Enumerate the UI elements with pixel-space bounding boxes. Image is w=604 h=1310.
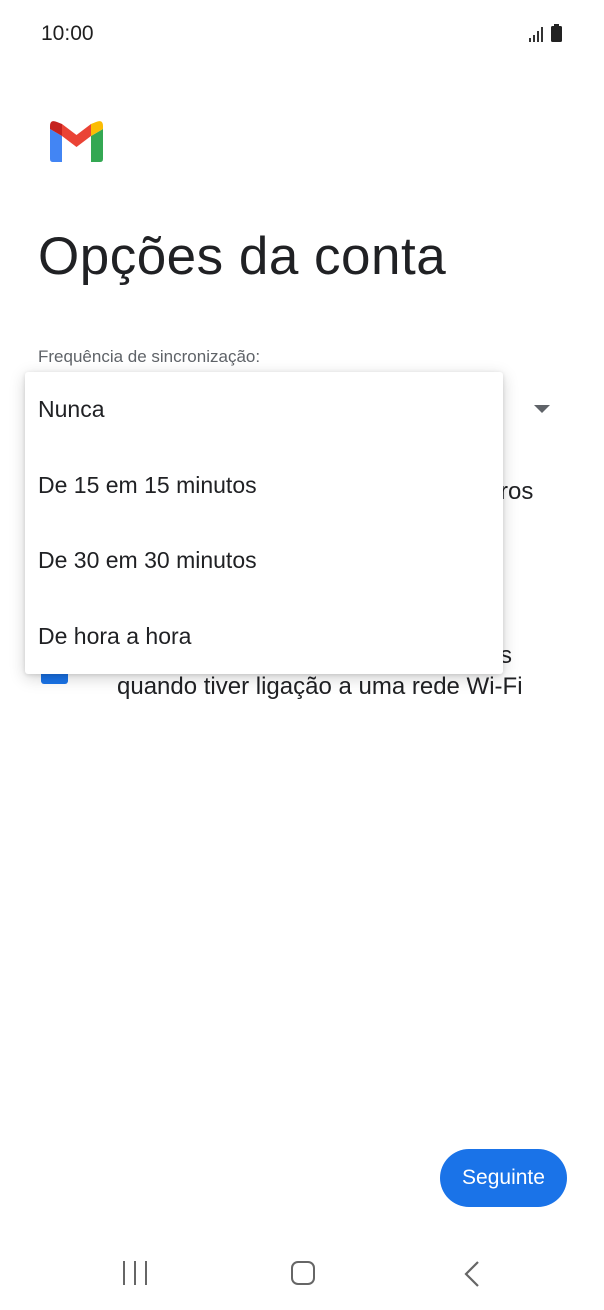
- next-button[interactable]: Seguinte: [440, 1149, 567, 1207]
- battery-icon: [551, 24, 562, 42]
- back-icon[interactable]: [462, 1260, 482, 1288]
- signal-icon: [529, 27, 543, 42]
- page-title: Opções da conta: [38, 227, 447, 286]
- wifi-option-label: quando tiver ligação a uma rede Wi-Fi: [117, 673, 523, 700]
- home-icon[interactable]: [290, 1260, 316, 1286]
- navigation-bar: [0, 1240, 604, 1310]
- menu-item-nunca[interactable]: Nunca: [25, 374, 503, 444]
- sync-frequency-label: Frequência de sincronização:: [38, 347, 261, 366]
- recents-icon[interactable]: [122, 1260, 148, 1286]
- status-bar: 10:00: [0, 0, 604, 70]
- menu-item-30-minutes[interactable]: De 30 em 30 minutos: [25, 525, 503, 595]
- gmail-logo-icon: [50, 121, 103, 162]
- menu-item-hourly[interactable]: De hora a hora: [25, 601, 503, 671]
- status-time: 10:00: [41, 22, 94, 45]
- caret-down-icon[interactable]: [534, 405, 550, 413]
- menu-item-15-minutes[interactable]: De 15 em 15 minutos: [25, 450, 503, 520]
- sync-frequency-dropdown-menu: Nunca De 15 em 15 minutos De 30 em 30 mi…: [25, 372, 503, 674]
- status-icons: [529, 24, 562, 42]
- obscured-option-text: ros: [500, 478, 534, 505]
